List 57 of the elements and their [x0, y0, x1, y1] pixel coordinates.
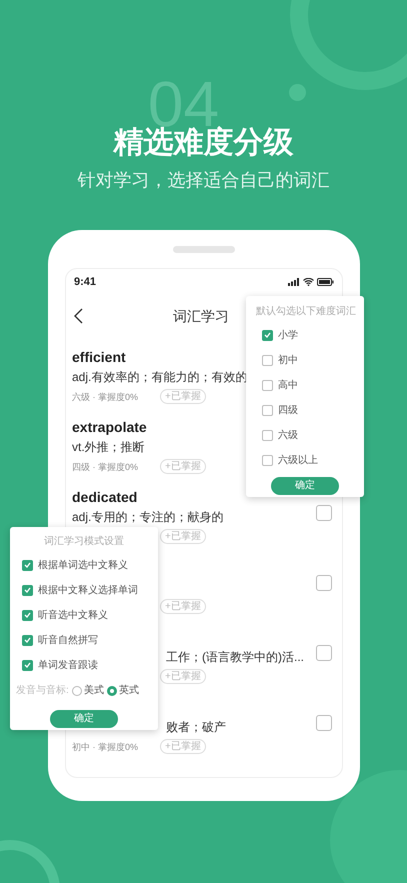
checkbox[interactable]: [262, 354, 273, 366]
checkbox[interactable]: [262, 404, 273, 416]
mode-option[interactable]: 听音自然拼写: [38, 632, 98, 648]
check-icon: [24, 587, 31, 593]
checkbox[interactable]: [22, 584, 33, 596]
radio-button[interactable]: [72, 686, 82, 696]
check-icon: [24, 662, 31, 668]
mode-option[interactable]: 听音选中文释义: [38, 608, 108, 622]
checkbox[interactable]: [262, 380, 273, 390]
signal-icon: [288, 278, 300, 286]
word-title: efficient: [72, 348, 126, 367]
checkbox[interactable]: [262, 454, 273, 466]
checkbox[interactable]: [22, 560, 33, 570]
popup-title: 默认勾选以下难度词汇: [255, 304, 356, 319]
word-title: extrapolate: [72, 418, 147, 437]
word-checkbox[interactable]: [316, 715, 332, 731]
mode-option[interactable]: 单词发音跟读: [38, 658, 98, 672]
level-option[interactable]: 高中: [278, 378, 298, 392]
accent-option[interactable]: 美式: [84, 683, 104, 698]
word-meaning: adj.专用的；专注的；献身的: [72, 509, 224, 526]
back-icon[interactable]: [74, 308, 83, 324]
status-time: 9:41: [74, 274, 96, 290]
word-title: dedicated: [72, 488, 138, 507]
word-checkbox[interactable]: [316, 645, 332, 661]
level-option[interactable]: 小学: [278, 328, 298, 342]
checkbox[interactable]: [262, 430, 273, 440]
mode-option[interactable]: 根据中文释义选择单词: [38, 582, 138, 598]
check-icon: [24, 562, 31, 568]
radio-button[interactable]: [106, 686, 117, 696]
accent-label: 发音与音标:: [16, 684, 69, 698]
level-option[interactable]: 六级: [278, 428, 298, 442]
checkbox[interactable]: [22, 660, 33, 670]
word-meaning: 工作；(语言教学中的)活...: [166, 649, 304, 666]
word-stats-text: 初中 · 掌握度0%: [72, 742, 138, 752]
word-meaning: vt.外推；推断: [72, 439, 145, 456]
check-icon: [264, 332, 271, 338]
popup-title: 词汇学习模式设置: [44, 534, 124, 549]
word-checkbox[interactable]: [316, 505, 332, 521]
phone-speaker: [173, 246, 235, 253]
word-meaning: 败者；破产: [166, 719, 226, 736]
checkbox[interactable]: [262, 330, 273, 340]
check-icon: [24, 612, 31, 618]
word-checkbox[interactable]: [316, 575, 332, 591]
check-icon: [24, 637, 31, 643]
word-stats-text: 四级 · 掌握度0%: [72, 462, 138, 472]
page-title: 词汇学习: [173, 306, 229, 326]
level-option[interactable]: 初中: [278, 352, 298, 368]
level-option[interactable]: 四级: [278, 402, 298, 418]
word-stats-text: 六级 · 掌握度0%: [72, 392, 138, 402]
level-option[interactable]: 六级以上: [278, 452, 318, 468]
accent-option[interactable]: 英式: [118, 683, 139, 698]
wifi-icon: [303, 278, 314, 286]
mode-option[interactable]: 根据单词选中文释义: [38, 558, 128, 572]
battery-icon: [317, 278, 334, 286]
checkbox[interactable]: [22, 634, 33, 646]
checkbox[interactable]: [22, 610, 33, 620]
subheadline: 针对学习，选择适合自己的词汇: [78, 169, 330, 192]
